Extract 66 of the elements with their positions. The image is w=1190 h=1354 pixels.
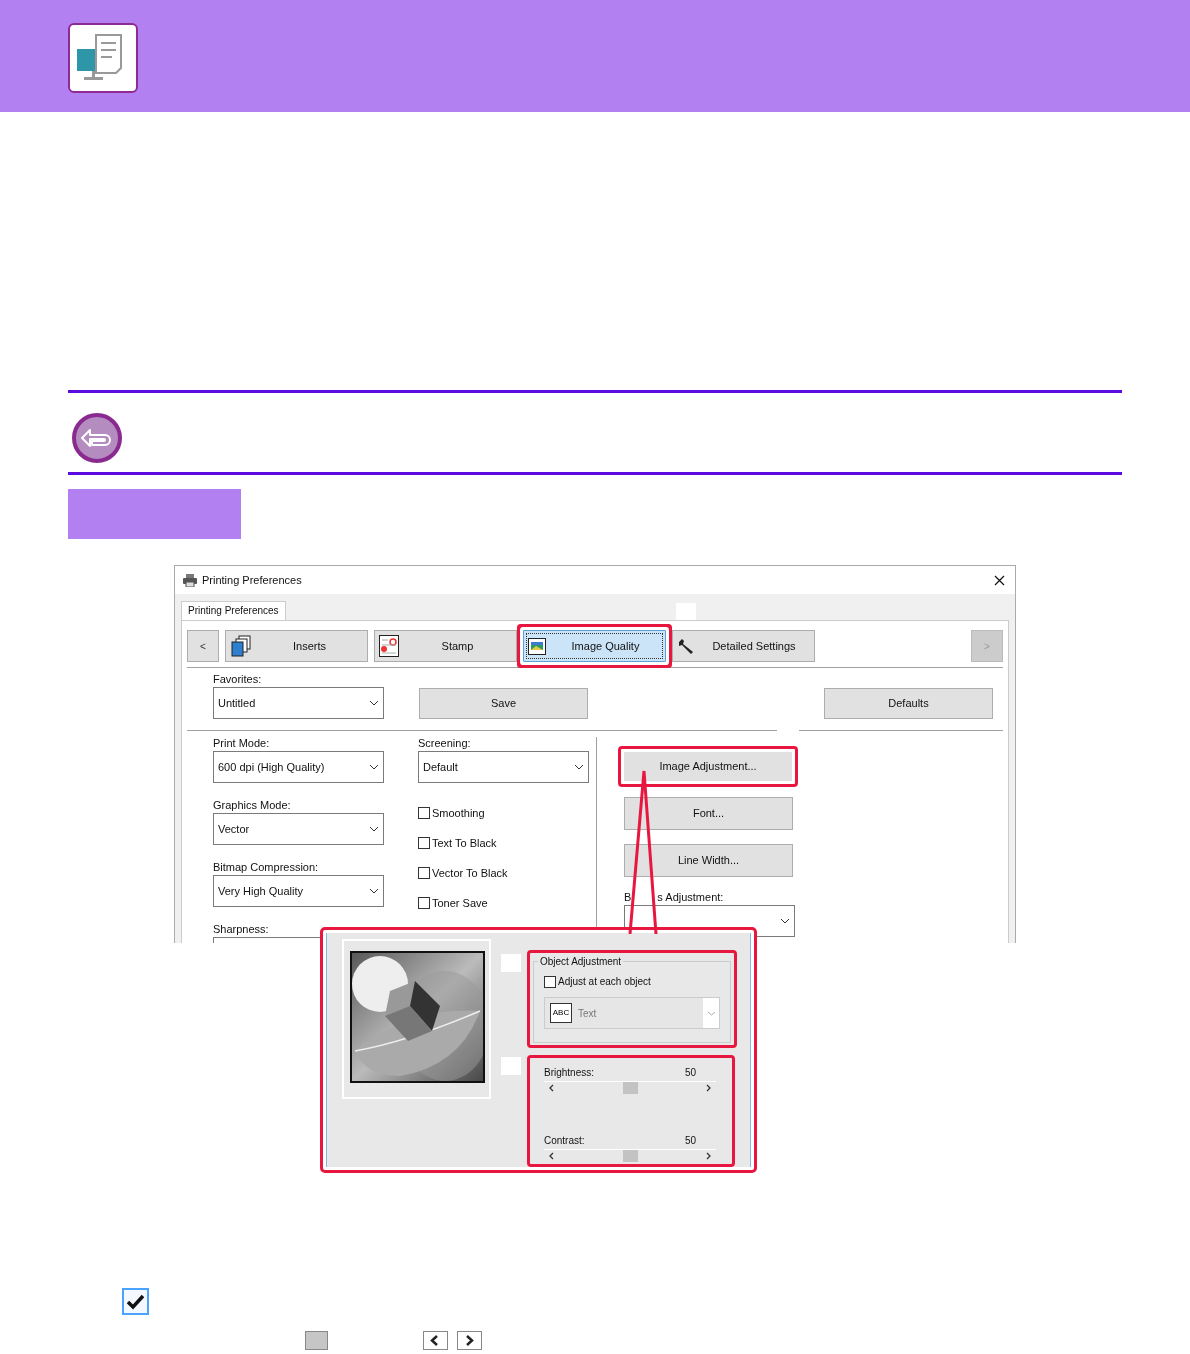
slider-thumb-icon bbox=[305, 1331, 328, 1350]
left-arrow-key-icon bbox=[423, 1331, 448, 1350]
chevron-down-icon bbox=[369, 888, 379, 894]
checkbox-label: Adjust at each object bbox=[558, 975, 651, 989]
dropdown[interactable]: Untitled bbox=[213, 687, 384, 719]
chevron-down-icon bbox=[369, 826, 379, 832]
checkbox-label: Text To Black bbox=[432, 835, 497, 851]
checkbox[interactable] bbox=[418, 897, 430, 909]
wrench-icon bbox=[677, 637, 694, 655]
save-button[interactable]: Save bbox=[419, 688, 588, 719]
stamped-document-icon bbox=[379, 635, 399, 657]
tab[interactable]: Detailed Settings bbox=[672, 630, 815, 662]
tab-scroll-button[interactable]: < bbox=[187, 630, 219, 662]
slider-label: Brightness: bbox=[544, 1066, 595, 1079]
slider-value: 50 bbox=[684, 1066, 696, 1079]
chevron-down-icon bbox=[574, 764, 584, 770]
checkbox[interactable] bbox=[544, 975, 556, 988]
slider-label: Contrast: bbox=[544, 1134, 585, 1147]
checkmark-icon bbox=[122, 1288, 149, 1315]
dialog-button[interactable]: Line Width... bbox=[624, 844, 793, 877]
computer-document-icon bbox=[68, 23, 138, 93]
checkbox-label: Toner Save bbox=[432, 895, 488, 911]
slider-value: 50 bbox=[684, 1134, 696, 1147]
checkbox[interactable] bbox=[418, 807, 430, 819]
field-label: Bitmap Compression: bbox=[213, 861, 320, 874]
defaults-button[interactable]: Defaults bbox=[824, 688, 993, 719]
field-label: Favorites: bbox=[213, 673, 263, 686]
chevron-down-icon bbox=[369, 764, 379, 770]
chevron-down-icon bbox=[706, 1010, 716, 1016]
tab[interactable]: Inserts bbox=[225, 630, 368, 662]
printer-icon bbox=[183, 573, 197, 587]
checkbox[interactable] bbox=[418, 837, 430, 849]
right-arrow-key-icon bbox=[457, 1331, 482, 1350]
field-label: Graphics Mode: bbox=[213, 799, 292, 812]
close-icon[interactable] bbox=[994, 574, 1005, 586]
group-title: Object Adjustment bbox=[538, 954, 624, 969]
field-label: s Adjustment: bbox=[657, 891, 724, 904]
checkbox[interactable] bbox=[418, 867, 430, 879]
checkbox-label: Smoothing bbox=[432, 805, 485, 821]
chevron-left-icon[interactable] bbox=[548, 1084, 554, 1092]
slider[interactable] bbox=[544, 1149, 716, 1162]
dialog-button[interactable]: Image Adjustment... bbox=[618, 746, 798, 787]
field-label: Print Mode: bbox=[213, 737, 271, 750]
dropdown[interactable]: Vector bbox=[213, 813, 384, 845]
sheet-tab[interactable]: Printing Preferences bbox=[181, 601, 286, 620]
dialog-button[interactable]: Font... bbox=[624, 797, 793, 830]
field-label: Screening: bbox=[418, 737, 472, 750]
slider-thumb[interactable] bbox=[622, 1150, 638, 1162]
picture-icon bbox=[528, 637, 546, 655]
tab[interactable]: Stamp bbox=[374, 630, 517, 662]
stacked-pages-icon bbox=[230, 635, 252, 657]
slider[interactable] bbox=[544, 1081, 716, 1094]
chevron-right-icon[interactable] bbox=[706, 1152, 712, 1160]
chevron-down-icon bbox=[369, 700, 379, 706]
checkbox-label: Vector To Black bbox=[432, 865, 508, 881]
window-title: Printing Preferences bbox=[202, 572, 302, 588]
text-type-icon: ABC bbox=[550, 1003, 572, 1023]
chevron-right-icon[interactable] bbox=[706, 1084, 712, 1092]
field-label: Sharpness: bbox=[213, 923, 270, 936]
slider-thumb[interactable] bbox=[622, 1082, 638, 1094]
chevron-down-icon bbox=[780, 918, 790, 924]
dropdown[interactable]: Very High Quality bbox=[213, 875, 384, 907]
chevron-left-icon[interactable] bbox=[548, 1152, 554, 1160]
dropdown[interactable]: 600 dpi (High Quality) bbox=[213, 751, 384, 783]
field-label: B bbox=[624, 891, 632, 904]
dropdown[interactable]: Default bbox=[418, 751, 589, 783]
